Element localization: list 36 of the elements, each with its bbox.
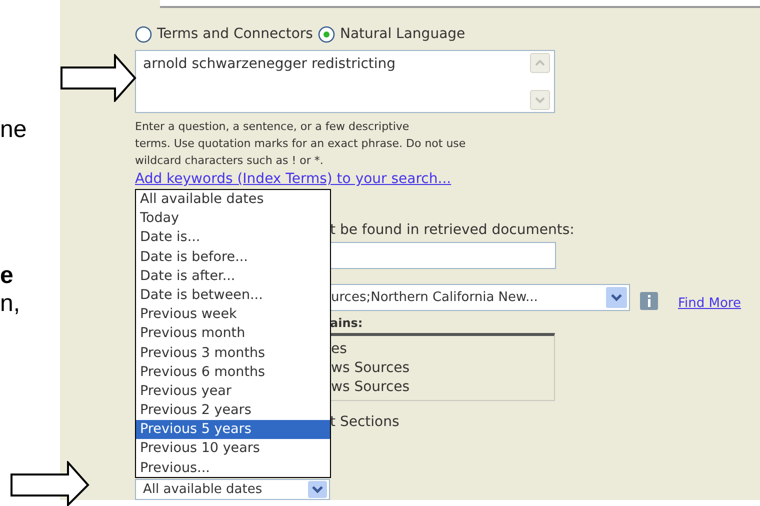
slide-text: n, — [0, 290, 20, 318]
info-icon[interactable] — [640, 292, 658, 310]
slide-text: ne — [0, 116, 27, 144]
dropdown-option[interactable]: Previous 6 months — [136, 362, 330, 382]
scroll-up-icon[interactable] — [530, 53, 550, 73]
source-label: ains: — [330, 316, 364, 330]
scroll-down-icon[interactable] — [530, 90, 550, 110]
terms-prompt: t be found in retrieved documents: — [330, 221, 576, 239]
dropdown-option[interactable]: Previous 3 months — [136, 344, 330, 363]
dropdown-option[interactable]: Date is before... — [136, 248, 330, 267]
radio-label[interactable]: Terms and Connectors — [157, 24, 313, 44]
slide-text: e — [0, 262, 14, 290]
dropdown-option[interactable]: Previous 10 years — [136, 439, 330, 459]
date-select[interactable]: All available dates — [135, 479, 330, 500]
source-select[interactable]: urces;Northern California New... — [330, 284, 630, 312]
find-more-link[interactable]: Find More — [678, 294, 741, 314]
dropdown-option[interactable]: Date is between... — [136, 286, 330, 306]
dropdown-option[interactable]: Date is... — [136, 228, 330, 248]
dropdown-option[interactable]: Previous year — [136, 382, 330, 402]
dropdown-option[interactable]: All available dates — [136, 190, 330, 210]
radio-label[interactable]: Natural Language — [340, 24, 466, 44]
radio-button[interactable] — [318, 26, 335, 42]
add-keywords-link[interactable]: Add keywords (Index Terms) to your search... — [135, 171, 452, 188]
dropdown-option[interactable]: Previous month — [136, 324, 330, 344]
help-text: Enter a question, a sentence, or a few descriptive terms. Use quotation marks for an exact phrase. Do not use wildcard characters such as ! or *. — [135, 119, 467, 169]
dropdown-option[interactable]: Today — [136, 209, 330, 228]
query-field[interactable]: arnold schwarzenegger redistricting — [135, 50, 555, 113]
terms-input[interactable] — [330, 242, 556, 269]
dropdown-option[interactable]: Previous 5 years — [136, 420, 330, 440]
dropdown-option[interactable]: Date is after... — [136, 266, 330, 286]
dropdown-option[interactable]: Previous 2 years — [136, 401, 330, 420]
sections-text: t Sections — [330, 412, 400, 430]
radio-button[interactable] — [135, 26, 152, 42]
dropdown-option[interactable]: Previous week — [136, 305, 330, 324]
dropdown-option[interactable]: Previous... — [136, 458, 330, 478]
query-text: arnold schwarzenegger redistricting — [142, 55, 397, 74]
